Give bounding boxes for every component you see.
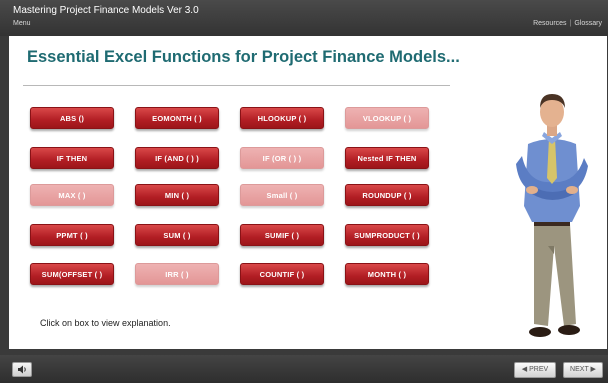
function-button[interactable]: PPMT ( )	[30, 224, 114, 246]
function-button[interactable]: IF THEN	[30, 147, 114, 169]
title-divider	[23, 85, 450, 86]
presenter-image	[516, 94, 588, 337]
function-button[interactable]: IF (AND ( ) )	[135, 147, 219, 169]
link-separator: |	[569, 20, 572, 27]
player-frame: Mastering Project Finance Models Ver 3.0…	[0, 0, 608, 383]
function-button[interactable]: ABS ()	[30, 107, 114, 129]
function-button[interactable]: SUMPRODUCT ( )	[345, 224, 429, 246]
speaker-icon	[18, 365, 26, 374]
next-button[interactable]: NEXT ▶	[563, 362, 603, 378]
function-button[interactable]: EOMONTH ( )	[135, 107, 219, 129]
function-button[interactable]: Small ( )	[240, 184, 324, 206]
chevron-left-icon: ◀	[521, 366, 528, 373]
function-button[interactable]: COUNTIF ( )	[240, 263, 324, 285]
function-button[interactable]: ROUNDUP ( )	[345, 184, 429, 206]
function-button[interactable]: Nested IF THEN	[345, 147, 429, 169]
function-button[interactable]: MAX ( )	[30, 184, 114, 206]
function-button[interactable]: SUMIF ( )	[240, 224, 324, 246]
app-title: Mastering Project Finance Models Ver 3.0	[13, 5, 199, 16]
function-button[interactable]: VLOOKUP ( )	[345, 107, 429, 129]
function-button[interactable]: IF (OR ( ) )	[240, 147, 324, 169]
top-links: Resources | Glossary	[533, 20, 602, 27]
prev-label: PREV	[529, 366, 549, 373]
glossary-link[interactable]: Glossary	[574, 20, 602, 27]
function-button[interactable]: MIN ( )	[135, 184, 219, 206]
menu-link[interactable]: Menu	[13, 20, 31, 27]
function-button[interactable]: SUM ( )	[135, 224, 219, 246]
slide-content: Essential Excel Functions for Project Fi…	[9, 36, 607, 349]
instruction-text: Click on box to view explanation.	[40, 318, 171, 328]
function-button[interactable]: HLOOKUP ( )	[240, 107, 324, 129]
bottom-bar: ◀ PREV NEXT ▶	[0, 355, 608, 383]
function-button[interactable]: SUM(OFFSET ( )	[30, 263, 114, 285]
next-label: NEXT	[570, 366, 589, 373]
resources-link[interactable]: Resources	[533, 20, 566, 27]
slide-title: Essential Excel Functions for Project Fi…	[27, 48, 460, 66]
function-button[interactable]: IRR ( )	[135, 263, 219, 285]
function-button[interactable]: MONTH ( )	[345, 263, 429, 285]
prev-button[interactable]: ◀ PREV	[514, 362, 556, 378]
chevron-right-icon: ▶	[590, 366, 596, 373]
title-bar: Mastering Project Finance Models Ver 3.0…	[0, 0, 608, 36]
audio-button[interactable]	[12, 362, 32, 377]
